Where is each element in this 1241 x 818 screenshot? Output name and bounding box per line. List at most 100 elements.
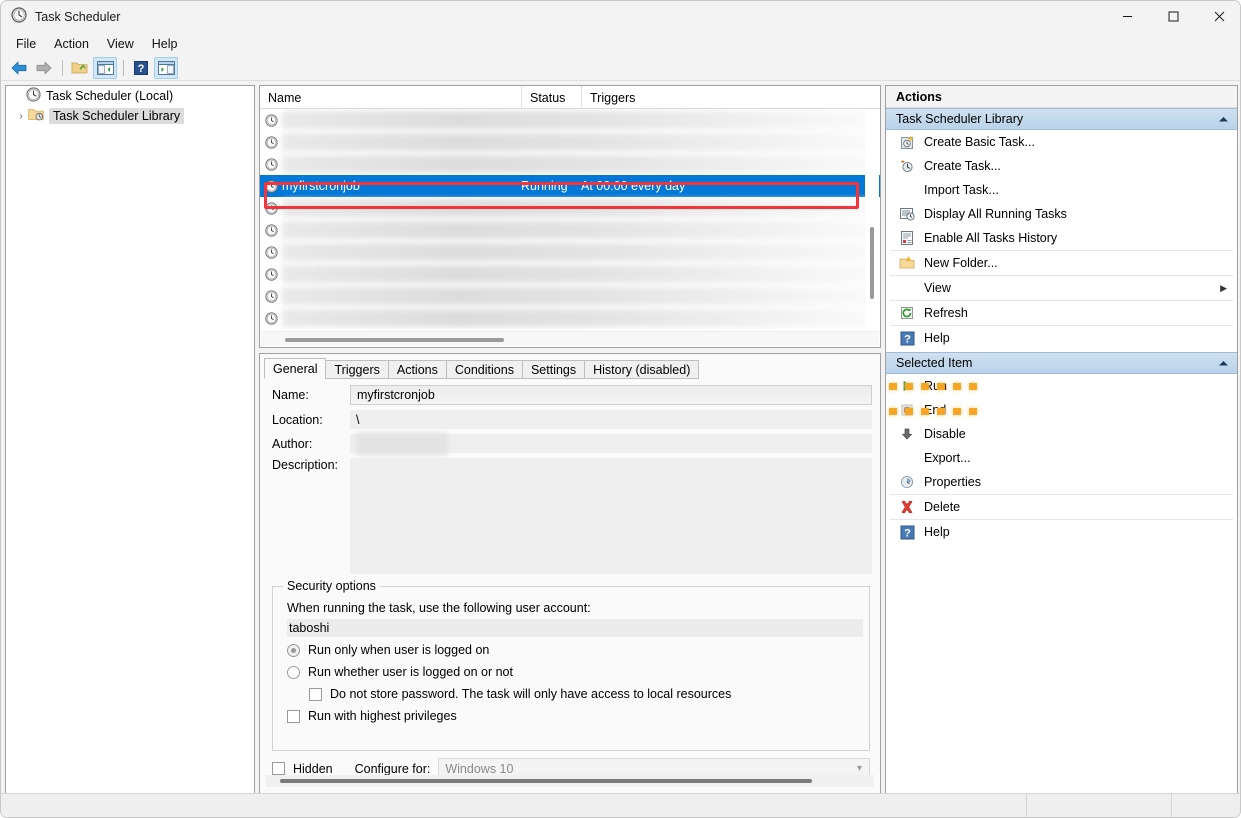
middle-pane: Name Status Triggers myfirstcronjob Runn… — [259, 85, 881, 794]
tree-item-task-scheduler-library[interactable]: › Task Scheduler Library — [6, 106, 254, 126]
action-label: Run — [924, 379, 947, 393]
menu-view[interactable]: View — [98, 35, 143, 53]
detail-horizontal-scrollbar[interactable] — [266, 775, 874, 787]
table-row[interactable] — [260, 109, 880, 131]
maximize-button[interactable] — [1150, 1, 1196, 32]
action-refresh[interactable]: Refresh — [886, 301, 1237, 325]
radio-icon[interactable] — [287, 665, 300, 679]
action-properties[interactable]: Properties — [886, 470, 1237, 494]
detail-tabs: General Triggers Actions Conditions Sett… — [264, 358, 880, 379]
action-end[interactable]: End — [886, 398, 1237, 422]
action-new-folder[interactable]: New Folder... — [886, 251, 1237, 275]
column-header-name[interactable]: Name — [260, 86, 521, 109]
checkbox-icon[interactable] — [309, 687, 322, 701]
tab-history[interactable]: History (disabled) — [584, 360, 700, 379]
run-play-icon — [896, 377, 918, 395]
action-export[interactable]: Export... — [886, 446, 1237, 470]
show-action-pane-button[interactable] — [154, 57, 178, 79]
actions-section-selected-item[interactable]: Selected Item — [886, 352, 1237, 374]
table-row-selected[interactable]: myfirstcronjob Running At 00:00 every da… — [260, 175, 880, 197]
tab-actions[interactable]: Actions — [387, 360, 447, 379]
forward-button[interactable] — [32, 57, 56, 79]
chevron-up-icon[interactable] — [1218, 356, 1229, 370]
security-options-title: Security options — [283, 579, 380, 593]
action-display-all-running-tasks[interactable]: Display All Running Tasks — [886, 202, 1237, 226]
table-row[interactable] — [260, 263, 880, 285]
action-label: Enable All Tasks History — [924, 231, 1058, 245]
actions-pane-title: Actions — [886, 86, 1237, 108]
checkbox-run-highest-privileges[interactable]: Run with highest privileges — [287, 709, 869, 723]
window-controls — [1104, 1, 1240, 32]
radio-icon[interactable] — [287, 643, 300, 657]
status-bar — [1, 793, 1240, 817]
action-help-selected[interactable]: ? Help — [886, 520, 1237, 544]
section-title: Selected Item — [896, 356, 973, 370]
menu-help[interactable]: Help — [143, 35, 187, 53]
folder-up-icon[interactable] — [68, 57, 92, 79]
no-icon — [896, 279, 918, 297]
task-clock-icon — [260, 113, 282, 127]
task-details-pane: General Triggers Actions Conditions Sett… — [259, 353, 881, 794]
action-help-library[interactable]: ? Help — [886, 326, 1237, 350]
task-list-horizontal-scrollbar[interactable] — [261, 331, 879, 346]
action-disable[interactable]: Disable — [886, 422, 1237, 446]
scrollbar-thumb[interactable] — [285, 338, 504, 342]
radio-run-only-logged-on[interactable]: Run only when user is logged on — [287, 643, 869, 657]
action-import-task[interactable]: Import Task... — [886, 178, 1237, 202]
section-title: Task Scheduler Library — [896, 112, 1024, 126]
column-header-triggers[interactable]: Triggers — [581, 86, 880, 109]
blurred-row-content — [282, 309, 872, 327]
scrollbar-thumb[interactable] — [870, 227, 874, 299]
chevron-up-icon[interactable] — [1218, 112, 1229, 126]
toolbar: ? — [1, 56, 1240, 81]
question-mark-icon: ? — [896, 329, 918, 347]
option-label: Run only when user is logged on — [308, 643, 490, 657]
table-row[interactable] — [260, 241, 880, 263]
table-row[interactable] — [260, 285, 880, 307]
action-label: Create Basic Task... — [924, 135, 1035, 149]
close-button[interactable] — [1196, 1, 1240, 32]
status-bar-pane-2 — [1172, 794, 1240, 817]
actions-section-task-scheduler-library[interactable]: Task Scheduler Library — [886, 108, 1237, 130]
action-enable-all-tasks-history[interactable]: Enable All Tasks History — [886, 226, 1237, 250]
action-create-basic-task[interactable]: Create Basic Task... — [886, 130, 1237, 154]
menu-action[interactable]: Action — [45, 35, 98, 53]
action-label: View — [924, 281, 951, 295]
table-row[interactable] — [260, 153, 880, 175]
action-delete[interactable]: Delete — [886, 495, 1237, 519]
table-row[interactable] — [260, 131, 880, 153]
menu-file[interactable]: File — [7, 35, 45, 53]
scrollbar-thumb[interactable] — [280, 779, 812, 783]
table-row[interactable] — [260, 219, 880, 241]
checkbox-hidden[interactable] — [272, 762, 285, 775]
tab-general[interactable]: General — [264, 358, 327, 379]
back-button[interactable] — [7, 57, 31, 79]
action-label: Create Task... — [924, 159, 1001, 173]
table-row[interactable] — [260, 197, 880, 219]
question-mark-icon: ? — [896, 523, 918, 541]
table-row[interactable] — [260, 307, 880, 329]
option-label: Do not store password. The task will onl… — [330, 687, 732, 701]
clock-icon — [26, 87, 41, 105]
checkbox-do-not-store-password[interactable]: Do not store password. The task will onl… — [309, 687, 869, 701]
tab-settings[interactable]: Settings — [521, 360, 586, 379]
tree-expander-chevron-icon[interactable]: › — [14, 111, 28, 122]
radio-run-whether-logged-on[interactable]: Run whether user is logged on or not — [287, 665, 869, 679]
column-header-status[interactable]: Status — [521, 86, 581, 109]
delete-x-icon — [896, 498, 918, 516]
tree-item-task-scheduler-local[interactable]: Task Scheduler (Local) — [6, 86, 254, 106]
question-mark-icon[interactable]: ? — [129, 57, 153, 79]
task-list-vertical-scrollbar[interactable] — [865, 109, 879, 331]
action-create-task[interactable]: Create Task... — [886, 154, 1237, 178]
task-clock-icon — [260, 201, 282, 215]
show-console-tree-button[interactable] — [93, 57, 117, 79]
minimize-button[interactable] — [1104, 1, 1150, 32]
tab-conditions[interactable]: Conditions — [445, 360, 523, 379]
action-run[interactable]: Run — [886, 374, 1237, 398]
tab-triggers[interactable]: Triggers — [325, 360, 389, 379]
checkbox-icon[interactable] — [287, 709, 300, 723]
action-view[interactable]: View ▶ — [886, 276, 1237, 300]
task-name-cell: myfirstcronjob — [282, 179, 360, 193]
action-label: Export... — [924, 451, 971, 465]
refresh-icon — [896, 304, 918, 322]
